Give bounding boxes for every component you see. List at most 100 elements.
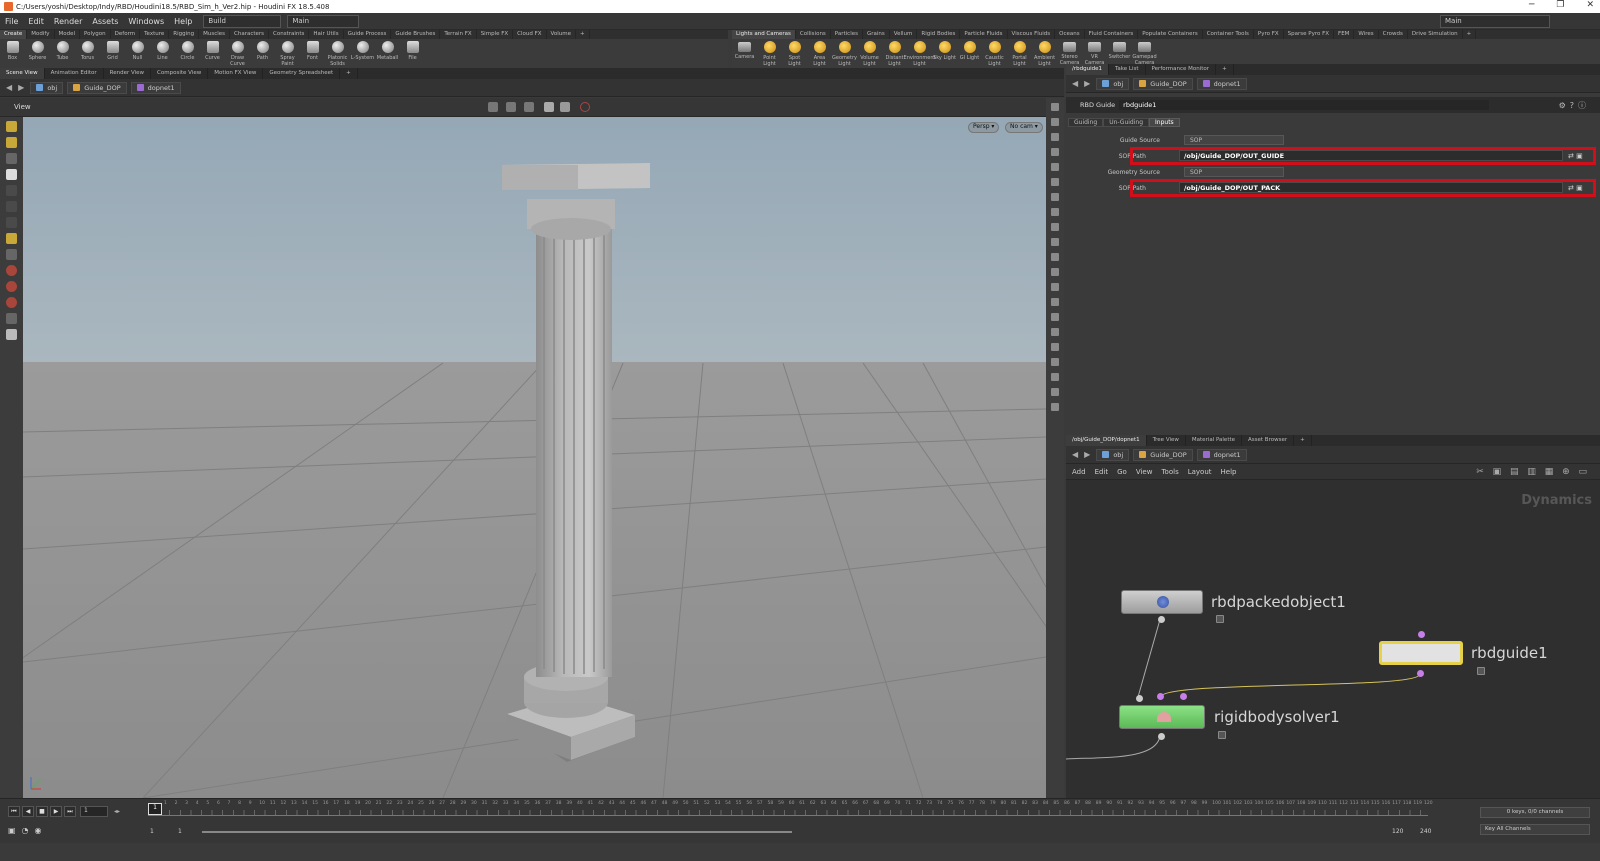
node-header-icons[interactable]: ⚙?ⓘ — [1559, 100, 1590, 111]
lasso-tool-icon[interactable] — [6, 281, 17, 292]
shelf-left-tab-0[interactable]: Create — [0, 30, 28, 39]
guide-source-menu[interactable]: SOP — [1184, 135, 1284, 145]
shelf-left-tab-16[interactable]: Volume — [547, 30, 577, 39]
shelf-right-tab-9[interactable]: Fluid Containers — [1085, 30, 1139, 39]
light-tool-14[interactable]: VR Camera — [1082, 41, 1107, 66]
shelf-right-tab-16[interactable]: Crowds — [1379, 30, 1408, 39]
shelf-right-tab-7[interactable]: Viscous Fluids — [1008, 30, 1056, 39]
range-end-2[interactable]: 240 — [1420, 828, 1431, 835]
shelf-right-tab-2[interactable]: Particles — [831, 30, 863, 39]
magnet-tool-icon[interactable] — [6, 265, 17, 276]
range-slider[interactable] — [202, 831, 792, 833]
shelf-left-tab-13[interactable]: Terrain FX — [440, 30, 477, 39]
select-tool-icon[interactable] — [6, 121, 17, 132]
layout-icon[interactable] — [1051, 388, 1059, 396]
menu-render[interactable]: Render — [49, 17, 87, 26]
home-icon[interactable] — [1051, 133, 1059, 141]
first-frame-button[interactable]: ⏮ — [8, 806, 20, 817]
tab-inputs[interactable]: Inputs — [1149, 118, 1180, 127]
shelf-right-tab-15[interactable]: Wires — [1354, 30, 1379, 39]
shelf-left-tab-3[interactable]: Polygon — [80, 30, 111, 39]
display-options-icon[interactable] — [1051, 103, 1059, 111]
maximize-button[interactable]: ❐ — [1556, 0, 1564, 10]
grid-tool-icon[interactable] — [6, 313, 17, 324]
shelf-tool-7[interactable]: Circle — [175, 41, 200, 61]
shelf-tool-15[interactable]: Metaball — [375, 41, 400, 61]
node-rigidbodysolver1[interactable] — [1119, 705, 1205, 729]
menu-edit[interactable]: Edit — [23, 17, 49, 26]
shelf-tool-2[interactable]: Tube — [50, 41, 75, 61]
shelf-left-tab-8[interactable]: Characters — [230, 30, 270, 39]
grid-icon[interactable] — [1051, 223, 1059, 231]
shelf-left-tab-1[interactable]: Modify — [27, 30, 55, 39]
desktop-right-select[interactable]: Main — [1440, 14, 1550, 28]
shelf-right-tab-18[interactable]: + — [1463, 30, 1477, 39]
light-tool-7[interactable]: Environment Light — [904, 41, 935, 67]
shelf-right-tab-5[interactable]: Rigid Bodies — [917, 30, 961, 39]
shelf-left-tab-2[interactable]: Model — [55, 30, 81, 39]
select-mode-icon[interactable] — [488, 102, 498, 112]
shelf-left-tab-15[interactable]: Cloud FX — [513, 30, 547, 39]
bulb-icon[interactable] — [1051, 178, 1059, 186]
range-start[interactable]: 1 — [150, 828, 154, 835]
pose-tool-icon[interactable] — [6, 169, 17, 180]
range-start-2[interactable]: 1 — [178, 828, 182, 835]
shelf-right-tab-12[interactable]: Pyro FX — [1254, 30, 1284, 39]
range-end[interactable]: 120 — [1392, 828, 1403, 835]
shelf-right-tab-1[interactable]: Collisions — [796, 30, 831, 39]
snap-tool-icon[interactable] — [6, 297, 17, 308]
view-tool-icon[interactable] — [6, 217, 17, 228]
shelf-left-tab-17[interactable]: + — [576, 30, 590, 39]
play-reverse-button[interactable]: ◀ — [22, 806, 34, 817]
node-lock-icon[interactable] — [1218, 731, 1226, 739]
shelf-tool-9[interactable]: Draw Curve — [225, 41, 250, 67]
output-port[interactable] — [1158, 616, 1165, 623]
scene-tab-0[interactable]: Scene View — [0, 68, 45, 79]
snap-icon[interactable] — [524, 102, 534, 112]
light-tool-12[interactable]: Ambient Light — [1032, 41, 1057, 67]
path-crumb-guide-dop[interactable]: Guide_DOP — [67, 81, 127, 94]
shelf-left-tab-9[interactable]: Constraints — [269, 30, 310, 39]
param-crumb-dopnet[interactable]: dopnet1 — [1196, 77, 1247, 90]
shelf-tool-11[interactable]: Spray Paint — [275, 41, 300, 67]
frame-icon[interactable] — [1051, 148, 1059, 156]
light-tool-2[interactable]: Spot Light — [782, 41, 807, 67]
shelf-tool-5[interactable]: Null — [125, 41, 150, 61]
realtime-options-icons[interactable]: ▣◔◉ — [8, 826, 48, 835]
shelf-tool-8[interactable]: Curve — [200, 41, 225, 61]
light-tool-11[interactable]: Portal Light — [1007, 41, 1032, 67]
light-tool-15[interactable]: Switcher — [1107, 41, 1132, 60]
shelf-left-tab-5[interactable]: Texture — [140, 30, 170, 39]
output-port[interactable] — [1158, 733, 1165, 740]
camera-icon[interactable] — [1051, 193, 1059, 201]
shelf-left-tab-7[interactable]: Muscles — [199, 30, 230, 39]
param-crumb-guide-dop[interactable]: Guide_DOP — [1133, 77, 1193, 90]
shelf-left-tab-4[interactable]: Deform — [111, 30, 141, 39]
menu-assets[interactable]: Assets — [87, 17, 123, 26]
shading-icon[interactable] — [560, 102, 570, 112]
shelf-tool-1[interactable]: Sphere — [25, 41, 50, 61]
shelf-tool-13[interactable]: Platonic Solids — [325, 41, 350, 67]
shelf-tool-14[interactable]: L-System — [350, 41, 375, 61]
shelf-tool-3[interactable]: Torus — [75, 41, 100, 61]
ghost-icon[interactable] — [1051, 328, 1059, 336]
light-tool-16[interactable]: Gamepad Camera — [1132, 41, 1157, 66]
persp-menu[interactable]: Persp ▾ — [968, 122, 1000, 133]
path-crumb-dopnet[interactable]: dopnet1 — [130, 81, 181, 94]
timeline-cursor[interactable]: 1 — [148, 803, 162, 815]
input-port-1[interactable] — [1136, 695, 1143, 702]
shelf-right-tab-17[interactable]: Drive Simulation — [1408, 30, 1463, 39]
geometry-source-menu[interactable]: SOP — [1184, 167, 1284, 177]
key-all-channels-menu[interactable]: Key All Channels — [1480, 824, 1590, 835]
render-region-icon[interactable] — [580, 102, 590, 112]
handle-mode-icon[interactable] — [506, 102, 516, 112]
scene-tab-6[interactable]: + — [340, 68, 358, 79]
node-rbdguide1[interactable] — [1379, 641, 1463, 665]
menu-file[interactable]: File — [0, 17, 23, 26]
param-tab-1[interactable]: Take List — [1109, 64, 1146, 75]
point-icon[interactable] — [1051, 268, 1059, 276]
shelf-tool-0[interactable]: Box — [0, 41, 25, 61]
light-tool-13[interactable]: Stereo Camera — [1057, 41, 1082, 66]
step-arrows-icon[interactable]: ◂▸ — [114, 808, 120, 815]
vertex-icon[interactable] — [1051, 298, 1059, 306]
